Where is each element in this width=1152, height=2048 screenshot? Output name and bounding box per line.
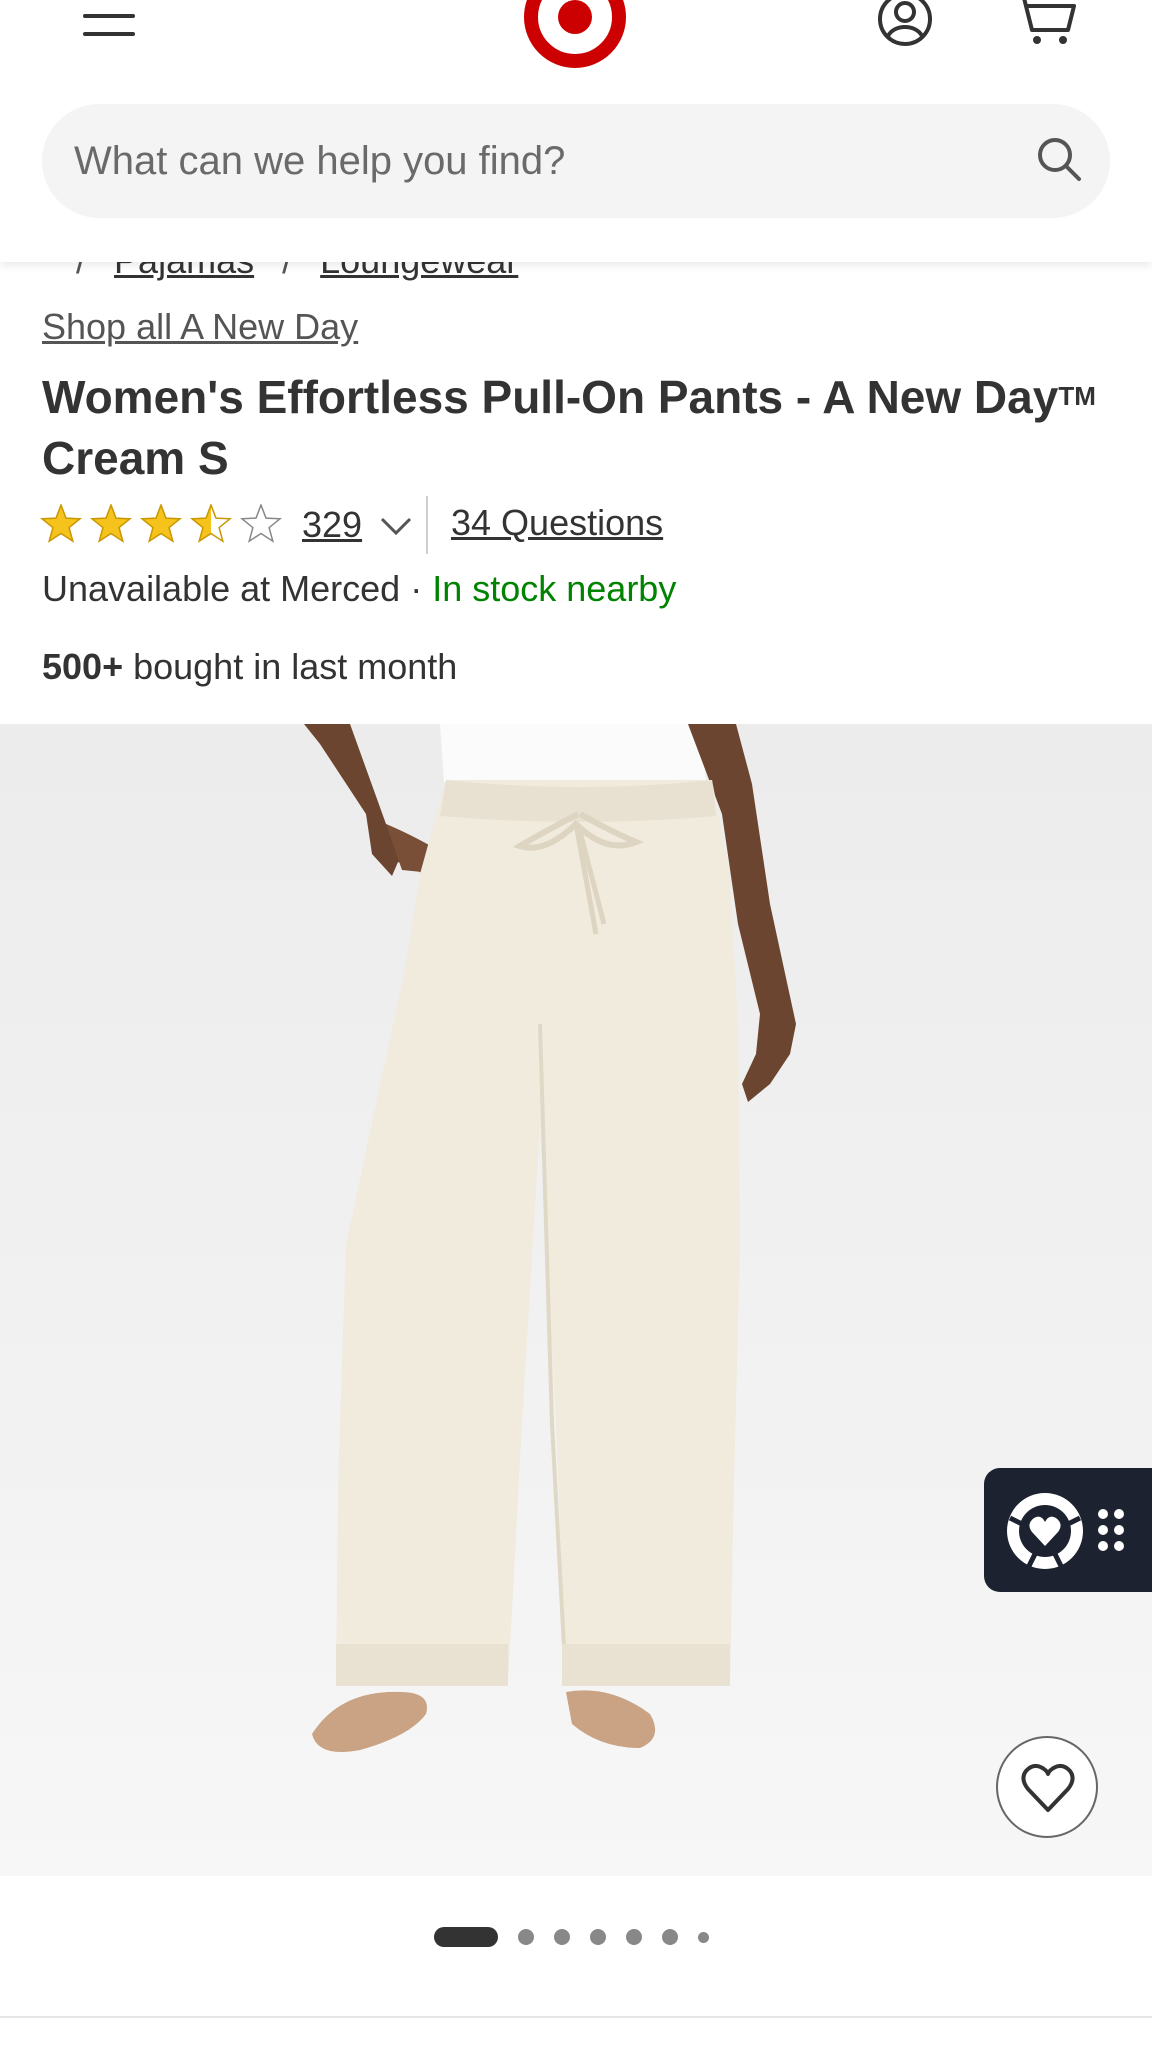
divider — [426, 496, 428, 554]
product-image[interactable] — [0, 724, 1152, 1876]
image-carousel-indicator — [434, 1924, 734, 1948]
target-logo-icon[interactable] — [522, 0, 628, 70]
divider — [0, 2016, 1152, 2018]
store-availability: Unavailable at Merced — [42, 568, 401, 609]
search-bar[interactable] — [42, 104, 1110, 218]
carousel-dot[interactable] — [554, 1929, 570, 1945]
heart-icon — [1021, 1764, 1075, 1812]
search-icon[interactable] — [1034, 134, 1084, 184]
star-icon — [139, 504, 183, 543]
carousel-dot[interactable] — [518, 1929, 534, 1945]
purchase-count: 500+ bought in last month — [42, 646, 457, 688]
star-icon — [189, 504, 233, 543]
star-icon — [89, 504, 133, 543]
carousel-dot[interactable] — [698, 1932, 709, 1943]
shopping-assistant-widget[interactable] — [984, 1468, 1152, 1592]
carousel-dot[interactable] — [662, 1929, 678, 1945]
header — [0, 0, 1152, 262]
cart-icon[interactable] — [1010, 0, 1082, 50]
product-title-variant: Cream S — [42, 432, 229, 484]
menu-icon[interactable] — [80, 0, 140, 44]
availability-status: Unavailable at Merced · In stock nearby — [42, 568, 676, 610]
review-count-link[interactable]: 329 — [302, 504, 362, 546]
rating-row: 329 34 Questions — [40, 496, 1120, 560]
star-icon — [239, 504, 283, 543]
purchase-count-number: 500+ — [42, 646, 124, 687]
carousel-dot[interactable] — [590, 1929, 606, 1945]
drag-handle-icon[interactable] — [1096, 1508, 1126, 1552]
chevron-down-icon[interactable] — [378, 514, 414, 538]
in-stock-nearby-link[interactable]: In stock nearby — [432, 568, 676, 609]
carousel-dot[interactable] — [626, 1929, 642, 1945]
product-title-main: Women's Effortless Pull-On Pants - A New… — [42, 371, 1059, 423]
account-icon[interactable] — [874, 0, 936, 50]
trademark-symbol: TM — [1058, 381, 1096, 411]
search-input[interactable] — [72, 124, 1012, 198]
questions-link[interactable]: 34 Questions — [451, 502, 663, 544]
availability-separator: · — [400, 568, 433, 609]
favorite-button[interactable] — [996, 1736, 1098, 1838]
assistant-logo-icon — [1007, 1493, 1083, 1570]
product-photo — [304, 724, 796, 1752]
product-title: Women's Effortless Pull-On Pants - A New… — [42, 366, 1102, 489]
star-rating[interactable] — [40, 504, 290, 546]
carousel-dot-active[interactable] — [434, 1927, 498, 1947]
shop-brand-link[interactable]: Shop all A New Day — [42, 306, 358, 348]
star-icon — [40, 504, 83, 543]
purchase-count-text: bought in last month — [123, 646, 458, 687]
